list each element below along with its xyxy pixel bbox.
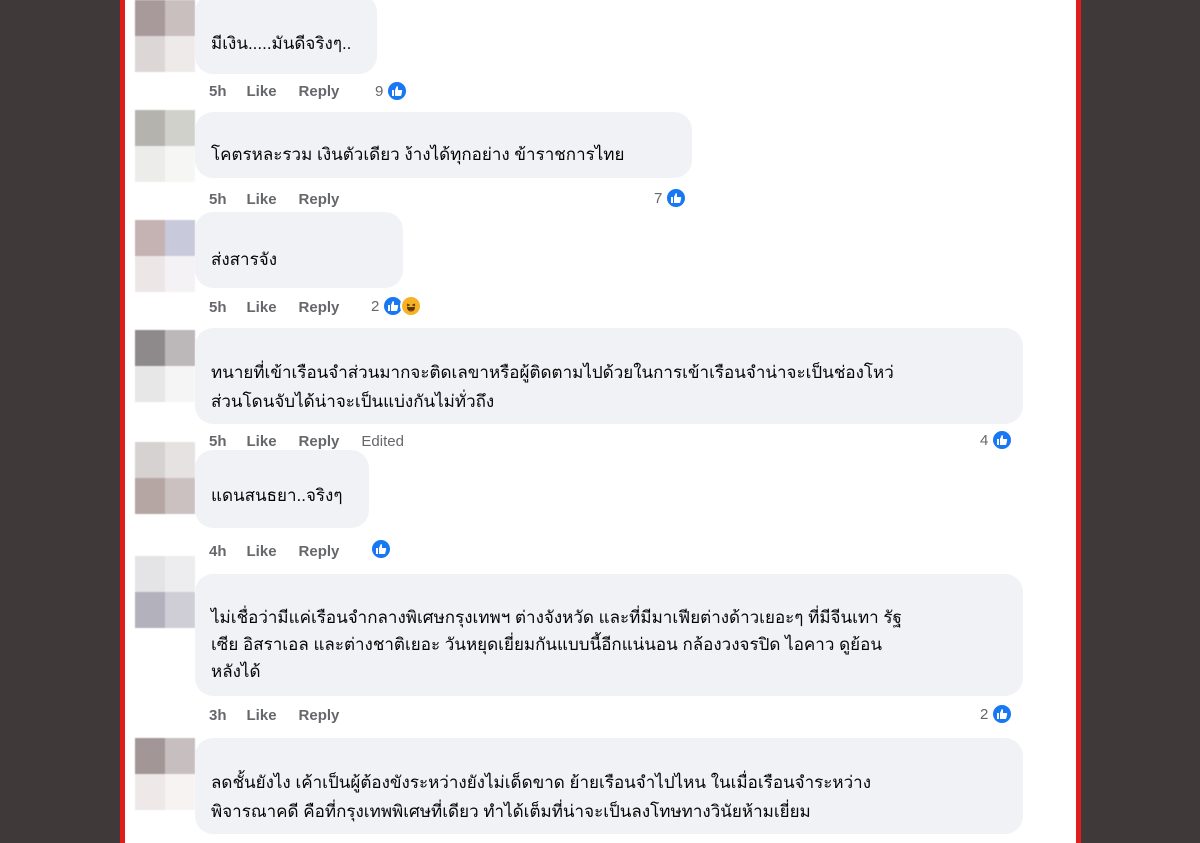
avatar[interactable] xyxy=(135,556,195,628)
avatar-tile xyxy=(165,478,195,514)
comment-text-line: ทนายที่เข้าเรือนจำส่วนมากจะติดเลขาหรือผู… xyxy=(211,363,894,382)
avatar-tile xyxy=(165,366,195,402)
like-icon xyxy=(370,538,392,560)
comment-actions: 4h Like Reply xyxy=(209,540,361,562)
avatar-tile xyxy=(165,442,195,478)
like-icon xyxy=(665,187,688,209)
avatar-tile xyxy=(165,220,195,256)
comment-time[interactable]: 5h xyxy=(209,83,227,100)
reaction-summary[interactable] xyxy=(367,537,392,561)
avatar-tile xyxy=(135,478,165,514)
avatar-tile xyxy=(135,220,165,256)
like-button[interactable]: Like xyxy=(247,433,277,450)
avatar-tile xyxy=(135,738,165,774)
reply-button[interactable]: Reply xyxy=(299,707,340,724)
avatar[interactable] xyxy=(135,0,195,72)
reaction-summary[interactable]: 9 xyxy=(375,79,409,103)
avatar-tile xyxy=(135,442,165,478)
reply-button[interactable]: Reply xyxy=(299,83,340,100)
avatar-tile xyxy=(165,330,195,366)
haha-icon xyxy=(400,295,423,317)
reply-button[interactable]: Reply xyxy=(299,191,340,208)
comment-actions: 3h Like Reply xyxy=(209,704,361,726)
like-icon xyxy=(991,429,1014,451)
avatar[interactable] xyxy=(135,330,195,402)
avatar-tile xyxy=(135,0,165,36)
comment-bubble[interactable]: มีเงิน.....มันดีจริงๆ.. xyxy=(195,0,377,74)
comment-text-line: ไม่เชื่อว่ามีแค่เรือนจำกลางพิเศษกรุงเทพฯ… xyxy=(211,608,902,627)
reaction-count: 7 xyxy=(654,189,663,207)
avatar-tile xyxy=(165,110,195,146)
comment-bubble[interactable]: แดนสนธยา..จริงๆ xyxy=(195,450,369,528)
reaction-count: 4 xyxy=(980,431,989,449)
comment-text: ส่งสารจัง xyxy=(211,250,277,269)
avatar-tile xyxy=(135,330,165,366)
reaction-summary[interactable]: 2 xyxy=(980,702,1014,726)
avatar-tile xyxy=(135,110,165,146)
avatar-tile xyxy=(165,774,195,810)
reply-button[interactable]: Reply xyxy=(299,299,340,316)
comment-bubble[interactable]: ทนายที่เข้าเรือนจำส่วนมากจะติดเลขาหรือผู… xyxy=(195,328,1023,424)
avatar-tile xyxy=(135,556,165,592)
avatar-tile xyxy=(135,774,165,810)
comment-text-line: หลังได้ xyxy=(211,662,261,681)
reaction-summary[interactable]: 7 xyxy=(654,186,688,210)
comment-actions: 5h Like Reply xyxy=(209,296,361,318)
comment-text-line: เซีย อิสราเอล และต่างชาติเยอะ วันหยุดเยี… xyxy=(211,635,882,654)
avatar-tile xyxy=(135,366,165,402)
comment-time[interactable]: 5h xyxy=(209,191,227,208)
avatar-tile xyxy=(135,592,165,628)
avatar[interactable] xyxy=(135,110,195,182)
comment-text: แดนสนธยา..จริงๆ xyxy=(211,486,343,505)
avatar[interactable] xyxy=(135,738,195,810)
comment-actions: 5h Like Reply Edited xyxy=(209,430,404,452)
reply-button[interactable]: Reply xyxy=(299,433,340,450)
comment-text-line: ลดชั้นยังไง เค้าเป็นผู้ต้องขังระหว่างยัง… xyxy=(211,773,872,792)
comment-time[interactable]: 3h xyxy=(209,707,227,724)
like-button[interactable]: Like xyxy=(247,707,277,724)
comment-bubble[interactable]: โคตรหละรวม เงินตัวเดียว ง้างได้ทุกอย่าง … xyxy=(195,112,692,178)
reaction-count: 2 xyxy=(371,297,380,315)
avatar-tile xyxy=(165,146,195,182)
like-icon xyxy=(386,80,409,102)
avatar-tile xyxy=(165,738,195,774)
avatar-tile xyxy=(165,36,195,72)
like-icon xyxy=(991,703,1014,725)
like-button[interactable]: Like xyxy=(247,83,277,100)
avatar-tile xyxy=(165,0,195,36)
reaction-count: 9 xyxy=(375,82,384,100)
avatar-tile xyxy=(135,36,165,72)
comment-actions: 5h Like Reply xyxy=(209,80,361,102)
reaction-summary[interactable]: 2 xyxy=(371,294,423,318)
avatar-tile xyxy=(165,556,195,592)
comments-panel: มีเงิน.....มันดีจริงๆ.. 5h Like Reply 9 … xyxy=(120,0,1081,843)
comment-text-line: ส่วนโดนจับได้น่าจะเป็นแบ่งกันไม่ทั่วถึง xyxy=(211,392,495,411)
comment-bubble[interactable]: ส่งสารจัง xyxy=(195,212,403,288)
avatar-tile xyxy=(165,256,195,292)
comment-bubble[interactable]: ลดชั้นยังไง เค้าเป็นผู้ต้องขังระหว่างยัง… xyxy=(195,738,1023,834)
avatar[interactable] xyxy=(135,220,195,292)
like-button[interactable]: Like xyxy=(247,191,277,208)
comment-time[interactable]: 4h xyxy=(209,543,227,560)
reaction-count: 2 xyxy=(980,705,989,723)
comment-text-line: พิจารณาคดี คือที่กรุงเทพพิเศษที่เดียว ทำ… xyxy=(211,802,811,821)
edited-label[interactable]: Edited xyxy=(361,433,404,450)
avatar-tile xyxy=(135,146,165,182)
avatar-tile xyxy=(135,256,165,292)
avatar-tile xyxy=(165,592,195,628)
comment-bubble[interactable]: ไม่เชื่อว่ามีแค่เรือนจำกลางพิเศษกรุงเทพฯ… xyxy=(195,574,1023,696)
comment-text: มีเงิน.....มันดีจริงๆ.. xyxy=(211,34,352,53)
like-button[interactable]: Like xyxy=(247,299,277,316)
like-button[interactable]: Like xyxy=(247,543,277,560)
reply-button[interactable]: Reply xyxy=(299,543,340,560)
avatar[interactable] xyxy=(135,442,195,514)
reaction-summary[interactable]: 4 xyxy=(980,428,1014,452)
comment-text: โคตรหละรวม เงินตัวเดียว ง้างได้ทุกอย่าง … xyxy=(211,145,625,164)
comment-time[interactable]: 5h xyxy=(209,299,227,316)
comment-actions: 5h Like Reply xyxy=(209,188,361,210)
comment-time[interactable]: 5h xyxy=(209,433,227,450)
